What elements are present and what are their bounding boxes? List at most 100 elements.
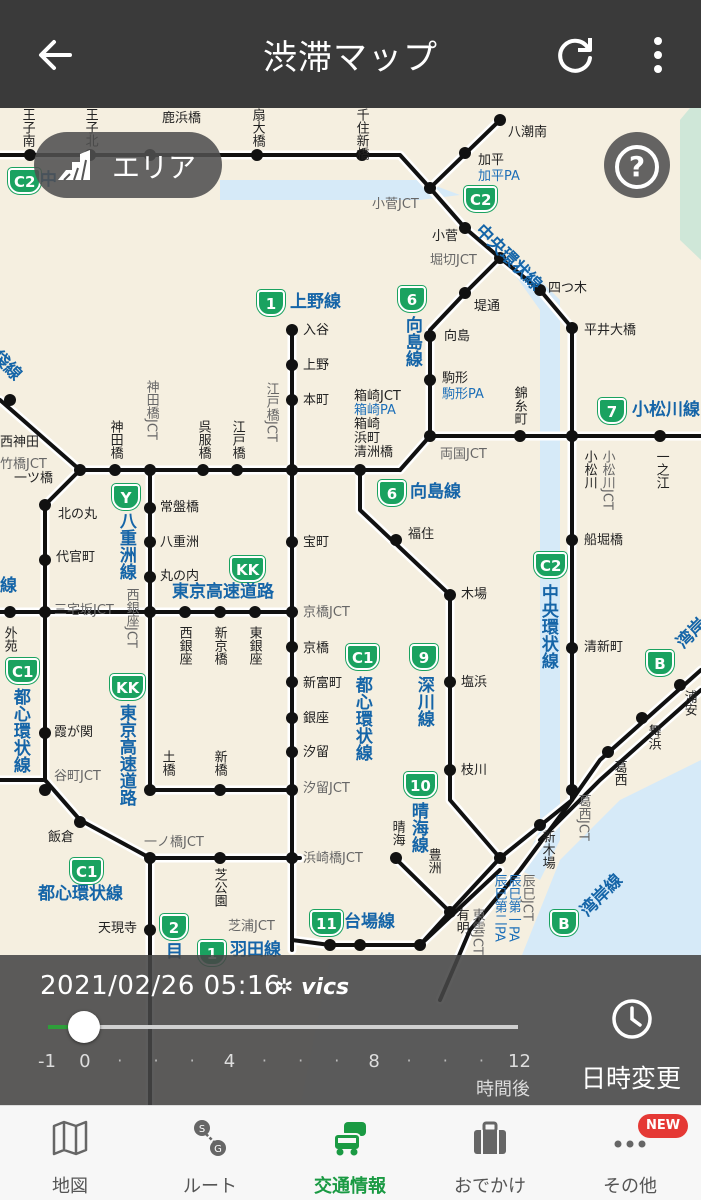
place-label: 天現寺	[98, 921, 138, 936]
place-label: 鹿浜橋	[162, 111, 202, 126]
place-label: 東銀座	[246, 626, 262, 665]
svg-text:G: G	[214, 1144, 222, 1155]
route-name: 小松川線	[632, 400, 700, 420]
nav-item-traffic[interactable]: 交通情報	[280, 1106, 420, 1200]
place-label: 小松川JCT	[599, 450, 615, 510]
app-header: 渋滞マップ	[0, 0, 701, 108]
route-shield: 10	[404, 772, 437, 798]
place-label: 塩浜	[461, 675, 488, 690]
place-label: 神田橋	[107, 420, 123, 459]
time-slider-thumb[interactable]	[68, 1011, 101, 1043]
place-label: 本町	[303, 393, 330, 408]
tick-dot: ·	[153, 1051, 159, 1070]
place-label: 浜町	[354, 431, 381, 446]
nav-item-map[interactable]: 地図	[0, 1106, 140, 1200]
place-label: 木場	[461, 587, 488, 602]
tick-dot: ·	[478, 1051, 484, 1070]
place-label: 芝公園	[211, 868, 227, 907]
place-label: 船堀橋	[584, 533, 624, 548]
tick-dot: ·	[189, 1051, 195, 1070]
area-select-button[interactable]: エリア	[34, 132, 222, 198]
traffic-map-screen: 渋滞マップ 王子南 王子北 鹿浜橋 扇大橋 千住新橋 八潮南 加平 加平PA 小…	[0, 0, 701, 1200]
place-label: 神田橋JCT	[143, 380, 159, 440]
place-label: 福住	[408, 527, 435, 542]
place-label: 錦糸町	[511, 386, 527, 425]
tick-label: -1	[38, 1051, 56, 1072]
place-label: 四つ木	[548, 281, 588, 296]
time-slider-panel: 2021/02/26 05:16 ✲ vics -1 0 · · · 4 · · · 8 · · · 12…	[0, 955, 701, 1105]
place-label: 新京橋	[211, 626, 227, 665]
tick-label: 0	[79, 1051, 91, 1072]
place-label: 扇大橋	[249, 108, 265, 147]
tick-dot: ·	[261, 1051, 268, 1070]
help-button[interactable]: ?	[604, 132, 670, 198]
route-name: 八重洲線	[115, 512, 136, 580]
route-name: 線	[0, 576, 17, 596]
route-shield: KK	[230, 556, 266, 582]
place-label: 箱崎	[354, 417, 381, 432]
route-name: 向島線	[410, 482, 461, 502]
route-name: 台場線	[344, 912, 395, 932]
place-label: 霞が関	[54, 725, 94, 740]
place-label: 辰巳第二PA	[491, 874, 507, 942]
vics-logo: ✲ vics	[275, 975, 350, 1000]
clock-icon[interactable]	[610, 997, 654, 1041]
hours-after-label: 時間後	[476, 1079, 530, 1100]
place-label: 浦安	[681, 690, 697, 716]
place-label: 小菅	[432, 229, 459, 244]
place-label: 京橋	[303, 641, 330, 656]
place-label: 有明	[453, 908, 469, 934]
route-shield: C1	[346, 644, 380, 670]
place-label: 新木場	[539, 830, 555, 869]
route-shield: 9	[410, 644, 438, 670]
place-label: 谷町JCT	[54, 769, 101, 784]
time-slider-track[interactable]	[48, 1025, 518, 1029]
tick-label: 4	[223, 1051, 236, 1072]
route-shield: 1	[257, 290, 285, 316]
place-label: 汐留	[303, 745, 330, 760]
place-label: 竹橋JCT	[0, 457, 47, 472]
route-name: 都心環状線	[38, 884, 123, 904]
route-shield: C1	[6, 658, 40, 684]
place-label: 八潮南	[508, 125, 548, 140]
place-label: 外苑	[1, 626, 17, 652]
route-shield: 11	[310, 910, 343, 936]
place-label: 三宅坂JCT	[54, 603, 114, 618]
place-label: 西銀座	[176, 626, 192, 665]
route-shield: 7	[598, 398, 626, 424]
route-name: 中央環状線	[537, 584, 558, 669]
place-label: 銀座	[303, 711, 330, 726]
route-shield: C2	[464, 186, 498, 212]
place-label: 土橋	[159, 750, 175, 776]
nav-item-route[interactable]: S G ルート	[140, 1106, 280, 1200]
place-label: 一之江	[653, 450, 669, 489]
route-shield: C2	[534, 552, 568, 578]
place-label: 千住新橋	[353, 108, 369, 160]
place-label: 一ツ橋	[14, 471, 54, 486]
refresh-icon[interactable]	[550, 30, 600, 80]
place-label: 清洲橋	[354, 445, 394, 460]
change-datetime-button[interactable]: 日時変更	[581, 1059, 681, 1095]
place-label: 両国JCT	[440, 447, 487, 462]
place-label: 辰巳JCT	[519, 874, 535, 921]
route-name: 東京高速道路	[115, 704, 136, 806]
time-slider-ticks: -1 0 · · · 4 · · · 8 · · · 12	[30, 1051, 540, 1075]
route-shield: Y	[112, 484, 140, 510]
overflow-menu-icon[interactable]	[636, 30, 680, 80]
nav-label: 地図	[52, 1176, 88, 1197]
place-label: 代官町	[56, 550, 96, 565]
place-label: 芝浦JCT	[228, 919, 275, 934]
nav-label: おでかけ	[454, 1176, 526, 1197]
place-label: 辰巳第一PA	[505, 874, 521, 942]
place-label: 東雲JCT	[469, 908, 485, 955]
place-label: 箱崎JCT	[354, 389, 401, 404]
place-label: 清新町	[584, 640, 624, 655]
place-label: 駒形	[442, 371, 469, 386]
place-label: 平井大橋	[584, 323, 637, 338]
place-label: 西銀座JCT	[123, 588, 139, 648]
place-label: 呉服橋	[195, 420, 211, 459]
bottom-navigation: 地図 S G ルート 交通情報 おでかけ その他	[0, 1105, 701, 1200]
nav-item-outing[interactable]: おでかけ	[420, 1106, 560, 1200]
new-badge: NEW	[638, 1114, 688, 1138]
route-name: 上野線	[290, 292, 341, 312]
